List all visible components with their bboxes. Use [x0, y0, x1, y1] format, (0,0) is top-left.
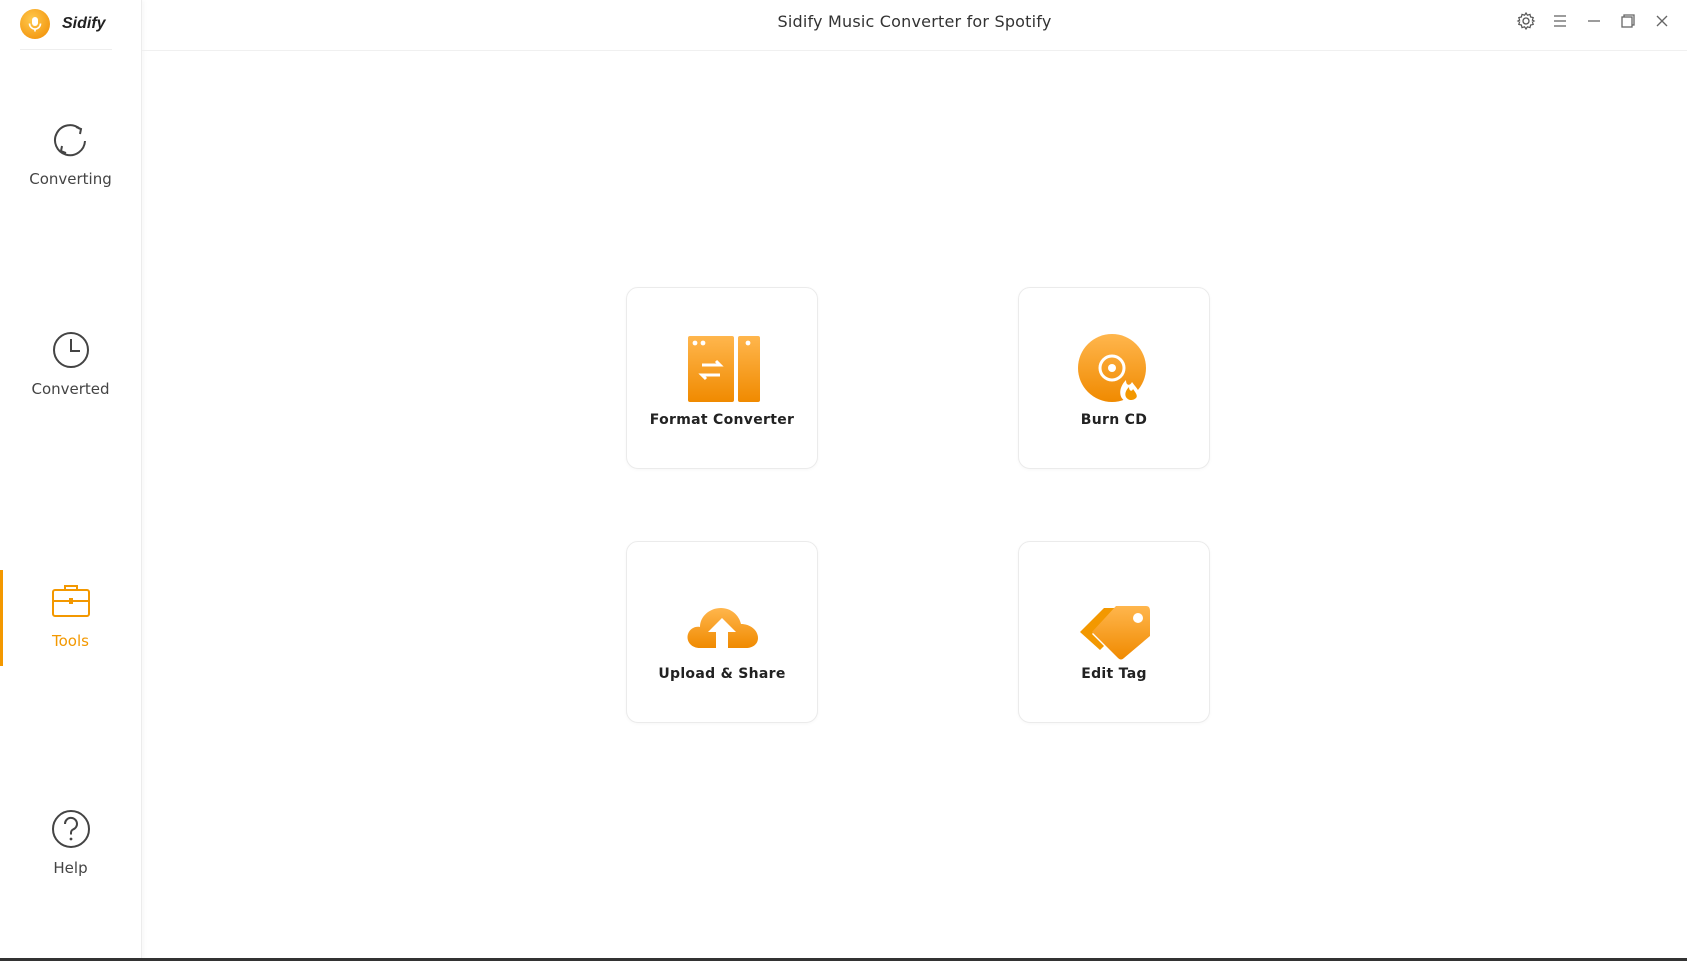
- help-icon: [51, 810, 90, 848]
- upload-cloud-icon: [687, 608, 758, 648]
- tool-card-format-converter[interactable]: Format Converter: [626, 287, 818, 469]
- title-bar: Sidify Music Converter for Spotify: [142, 0, 1687, 51]
- sidebar-item-label: Converting: [29, 170, 112, 188]
- sidebar-item-help[interactable]: Help: [0, 807, 141, 903]
- format-converter-icon: [688, 336, 760, 402]
- sidebar-item-converted[interactable]: Converted: [0, 328, 141, 424]
- close-icon: [1656, 15, 1668, 27]
- minimize-button[interactable]: [1583, 8, 1605, 34]
- sidebar-item-tools[interactable]: Tools: [0, 570, 141, 676]
- tool-card-label: Upload & Share: [658, 666, 786, 682]
- settings-button[interactable]: [1515, 8, 1537, 34]
- tool-card-burn-cd[interactable]: Burn CD: [1018, 287, 1210, 469]
- toolbox-icon: [51, 585, 90, 617]
- sidebar: Sidify Converting Converted Tools Help: [0, 0, 142, 961]
- window-title: Sidify Music Converter for Spotify: [777, 12, 1052, 31]
- sidebar-item-label: Converted: [31, 380, 110, 398]
- menu-button[interactable]: [1549, 8, 1571, 34]
- tool-card-edit-tag[interactable]: Edit Tag: [1018, 541, 1210, 723]
- sidebar-item-label: Tools: [52, 632, 89, 650]
- tool-card-label: Burn CD: [1080, 412, 1148, 428]
- clock-icon: [52, 332, 89, 368]
- tool-card-label: Format Converter: [649, 412, 795, 428]
- sidebar-item-label: Help: [53, 859, 88, 877]
- refresh-icon: [53, 124, 86, 157]
- tool-card-upload-share[interactable]: Upload & Share: [626, 541, 818, 723]
- brand-name: Sidify: [62, 15, 106, 32]
- maximize-button[interactable]: [1617, 8, 1639, 34]
- minimize-icon: [1588, 20, 1600, 22]
- tool-card-label: Edit Tag: [1081, 666, 1147, 682]
- brand-divider: [20, 49, 112, 50]
- gear-icon: [1516, 11, 1536, 31]
- sidebar-item-converting[interactable]: Converting: [0, 118, 141, 214]
- tag-icon: [1080, 606, 1150, 660]
- burn-cd-icon: [1078, 334, 1146, 402]
- sidify-logo-icon: [20, 9, 50, 39]
- menu-icon: [1554, 15, 1566, 27]
- restore-icon: [1621, 14, 1635, 28]
- close-button[interactable]: [1651, 8, 1673, 34]
- window-controls: [1515, 8, 1673, 34]
- brand: Sidify: [20, 6, 106, 42]
